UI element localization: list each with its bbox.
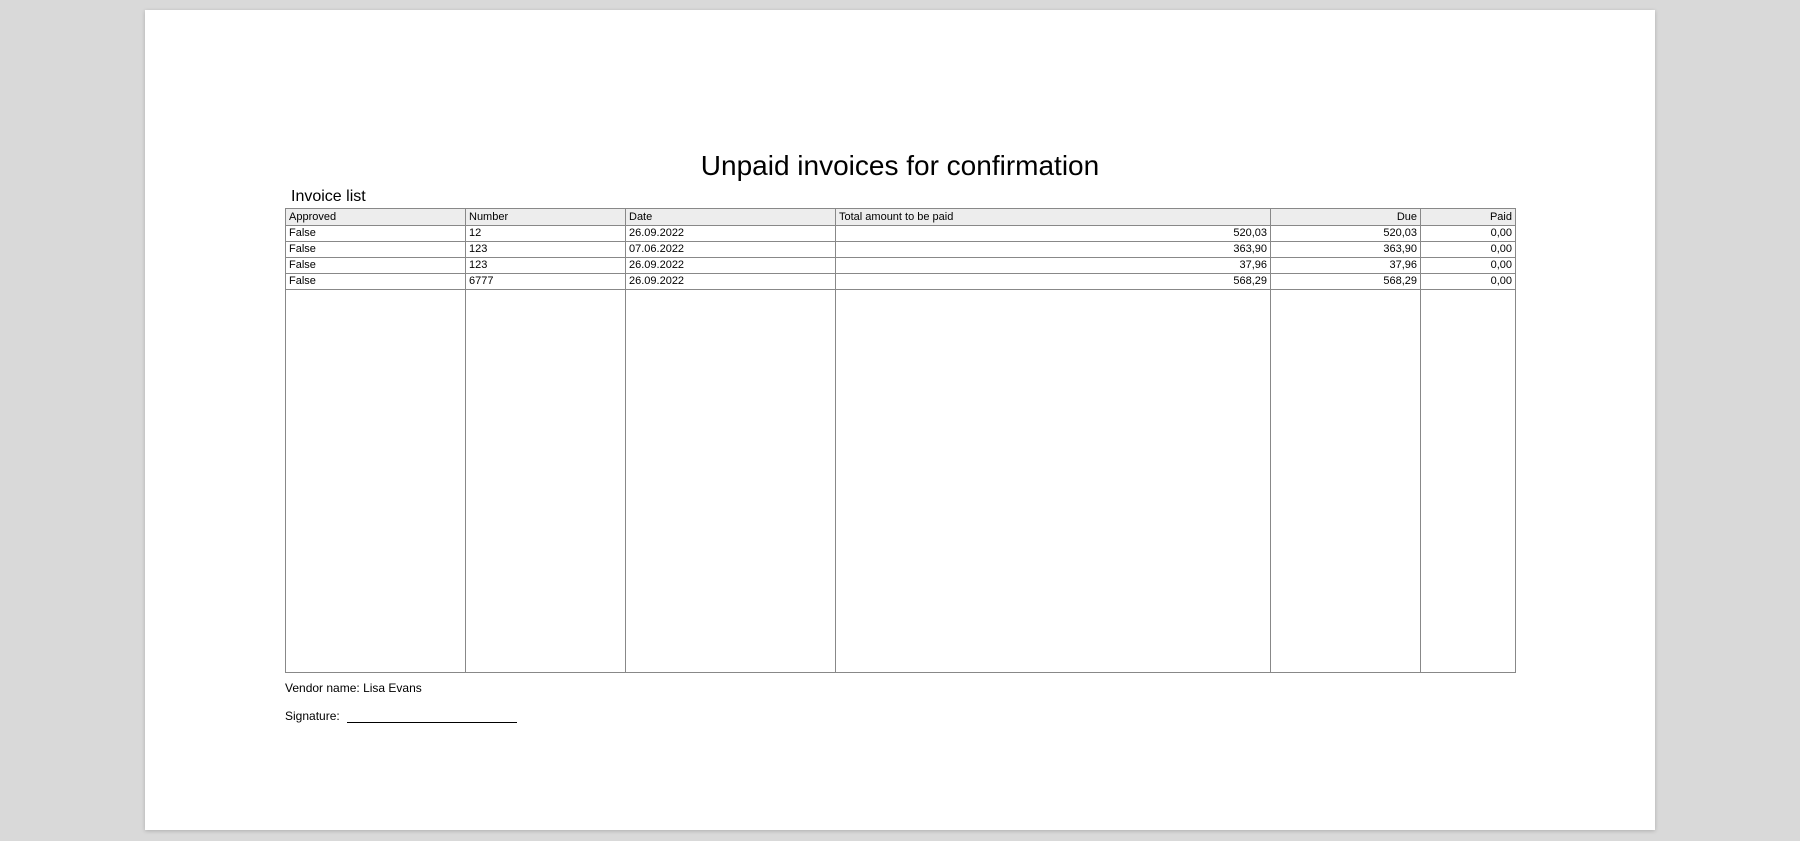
cell-number: 12: [466, 226, 626, 242]
filler-cell: [466, 290, 626, 673]
filler-cell: [836, 290, 1271, 673]
cell-approved: False: [286, 226, 466, 242]
table-header-row: Approved Number Date Total amount to be …: [286, 209, 1516, 226]
document-title: Unpaid invoices for confirmation: [145, 150, 1655, 182]
cell-date: 26.09.2022: [626, 274, 836, 290]
cell-total: 363,90: [836, 242, 1271, 258]
cell-due: 568,29: [1271, 274, 1421, 290]
table-section-label: Invoice list: [291, 188, 1515, 206]
signature-line: Signature:: [285, 709, 1515, 723]
col-approved: Approved: [286, 209, 466, 226]
vendor-line: Vendor name: Lisa Evans: [285, 681, 1515, 695]
cell-approved: False: [286, 274, 466, 290]
filler-cell: [1271, 290, 1421, 673]
filler-cell: [626, 290, 836, 673]
cell-paid: 0,00: [1421, 242, 1516, 258]
table-row: False677726.09.2022568,29568,290,00: [286, 274, 1516, 290]
table-row: False12307.06.2022363,90363,900,00: [286, 242, 1516, 258]
invoice-table: Approved Number Date Total amount to be …: [285, 208, 1516, 673]
cell-number: 123: [466, 258, 626, 274]
cell-paid: 0,00: [1421, 258, 1516, 274]
cell-total: 568,29: [836, 274, 1271, 290]
col-date: Date: [626, 209, 836, 226]
cell-date: 07.06.2022: [626, 242, 836, 258]
col-number: Number: [466, 209, 626, 226]
cell-number: 123: [466, 242, 626, 258]
cell-paid: 0,00: [1421, 226, 1516, 242]
table-filler-row: [286, 290, 1516, 673]
filler-cell: [1421, 290, 1516, 673]
cell-approved: False: [286, 258, 466, 274]
document-content: Invoice list Approved Number Date Total …: [285, 188, 1515, 723]
cell-date: 26.09.2022: [626, 258, 836, 274]
cell-total: 37,96: [836, 258, 1271, 274]
cell-paid: 0,00: [1421, 274, 1516, 290]
document-footer: Vendor name: Lisa Evans Signature:: [285, 681, 1515, 723]
cell-due: 37,96: [1271, 258, 1421, 274]
filler-cell: [286, 290, 466, 673]
cell-total: 520,03: [836, 226, 1271, 242]
col-due: Due: [1271, 209, 1421, 226]
vendor-value: Lisa Evans: [363, 681, 422, 695]
signature-label: Signature:: [285, 709, 340, 723]
cell-due: 363,90: [1271, 242, 1421, 258]
col-paid: Paid: [1421, 209, 1516, 226]
cell-number: 6777: [466, 274, 626, 290]
cell-due: 520,03: [1271, 226, 1421, 242]
cell-date: 26.09.2022: [626, 226, 836, 242]
cell-approved: False: [286, 242, 466, 258]
table-row: False12326.09.202237,9637,960,00: [286, 258, 1516, 274]
vendor-label: Vendor name:: [285, 681, 360, 695]
col-total: Total amount to be paid: [836, 209, 1271, 226]
table-row: False1226.09.2022520,03520,030,00: [286, 226, 1516, 242]
signature-blank: [347, 722, 517, 723]
document-page: Unpaid invoices for confirmation Invoice…: [145, 10, 1655, 830]
